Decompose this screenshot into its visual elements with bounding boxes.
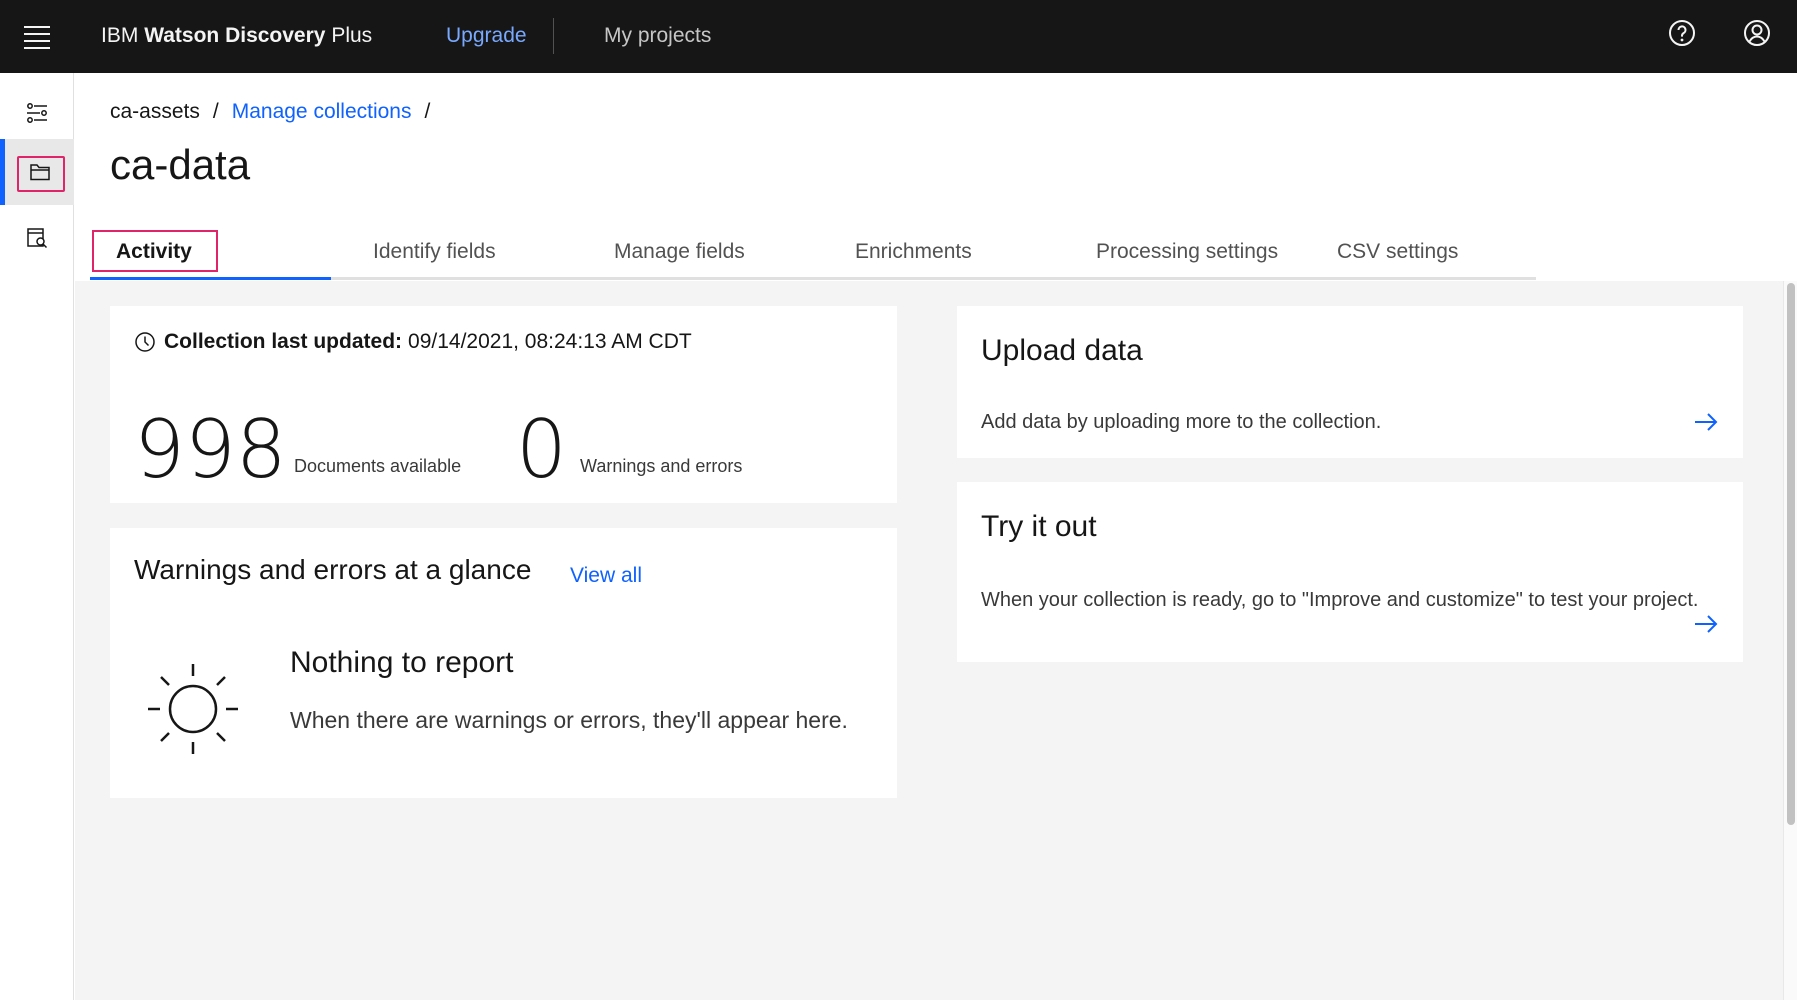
tab-csv-settings[interactable]: CSV settings [1295,229,1536,280]
last-updated-label: Collection last updated: [164,330,403,353]
top-header: IBM Watson Discovery Plus Upgrade My pro… [0,0,1797,73]
side-rail [0,73,74,1000]
upload-data-tile[interactable]: Upload data Add data by uploading more t… [957,306,1743,458]
highlight-box [17,156,65,192]
help-icon[interactable] [1666,17,1698,49]
try-it-out-description: When your collection is ready, go to "Im… [981,589,1699,611]
last-updated: Collection last updated: 09/14/2021, 08:… [134,330,692,354]
collection-stats-card: Collection last updated: 09/14/2021, 08:… [110,306,897,503]
arrow-right-icon[interactable] [1693,410,1719,434]
breadcrumb-manage-collections[interactable]: Manage collections [232,100,412,124]
last-updated-value: 09/14/2021, 08:24:13 AM CDT [408,330,692,353]
try-it-out-title: Try it out [981,510,1097,543]
sun-icon [148,664,238,754]
warnings-title: Warnings and errors at a glance [134,554,532,585]
documents-count: 998 [134,403,287,496]
breadcrumb: ca-assets / Manage collections / [110,100,443,124]
tab-enrichments[interactable]: Enrichments [813,229,1054,280]
rail-item-data-search[interactable] [0,205,74,271]
rail-item-collections[interactable] [0,139,74,205]
documents-label: Documents available [294,456,462,476]
try-it-out-tile[interactable]: Try it out When your collection is ready… [957,482,1743,662]
breadcrumb-separator: / [424,100,431,123]
my-projects-link[interactable]: My projects [604,24,711,48]
tab-label: CSV settings [1337,240,1459,263]
scrollbar[interactable] [1783,281,1797,1000]
tab-activity[interactable]: Activity [90,229,331,280]
menu-line [24,39,50,42]
tab-identify-fields[interactable]: Identify fields [331,229,572,280]
tab-label: Manage fields [614,240,745,263]
scroll-thumb[interactable] [1787,283,1795,825]
breadcrumb-project[interactable]: ca-assets [110,100,200,124]
upgrade-link[interactable]: Upgrade [446,24,527,48]
tab-label: Enrichments [855,240,972,263]
brand-prefix: IBM [101,24,139,47]
clock-icon [135,332,155,352]
brand-bold: Watson Discovery [144,24,326,47]
upload-data-title: Upload data [981,334,1143,367]
upload-data-description: Add data by uploading more to the collec… [981,411,1382,433]
tab-label: Processing settings [1096,240,1279,263]
empty-state-title: Nothing to report [290,646,514,679]
warnings-card: Warnings and errors at a glance View all… [110,528,897,798]
tab-list: Activity Identify fields Manage fields E… [90,229,1536,280]
warnings-count: 0 [516,403,567,496]
page-title: ca-data [110,141,251,188]
view-all-link[interactable]: View all [570,564,642,588]
user-avatar-icon[interactable] [1741,17,1773,49]
product-name[interactable]: IBM Watson Discovery Plus [101,24,372,48]
menu-line [24,25,50,28]
menu-icon[interactable] [18,18,56,56]
warnings-label: Warnings and errors [580,456,743,476]
data-search-icon [27,228,48,249]
menu-line [24,32,50,35]
header-divider [553,18,554,54]
tab-label: Identify fields [373,240,496,263]
menu-line [24,46,50,49]
brand-suffix: Plus [331,24,373,47]
tab-processing-settings[interactable]: Processing settings [1054,229,1295,280]
tab-label: Activity [116,240,192,263]
tab-manage-fields[interactable]: Manage fields [572,229,813,280]
settings-adjust-icon [27,103,47,123]
arrow-right-icon[interactable] [1693,612,1719,636]
rail-item-settings[interactable] [0,80,74,146]
empty-state-body: When there are warnings or errors, they'… [290,707,848,733]
breadcrumb-separator: / [212,100,219,123]
